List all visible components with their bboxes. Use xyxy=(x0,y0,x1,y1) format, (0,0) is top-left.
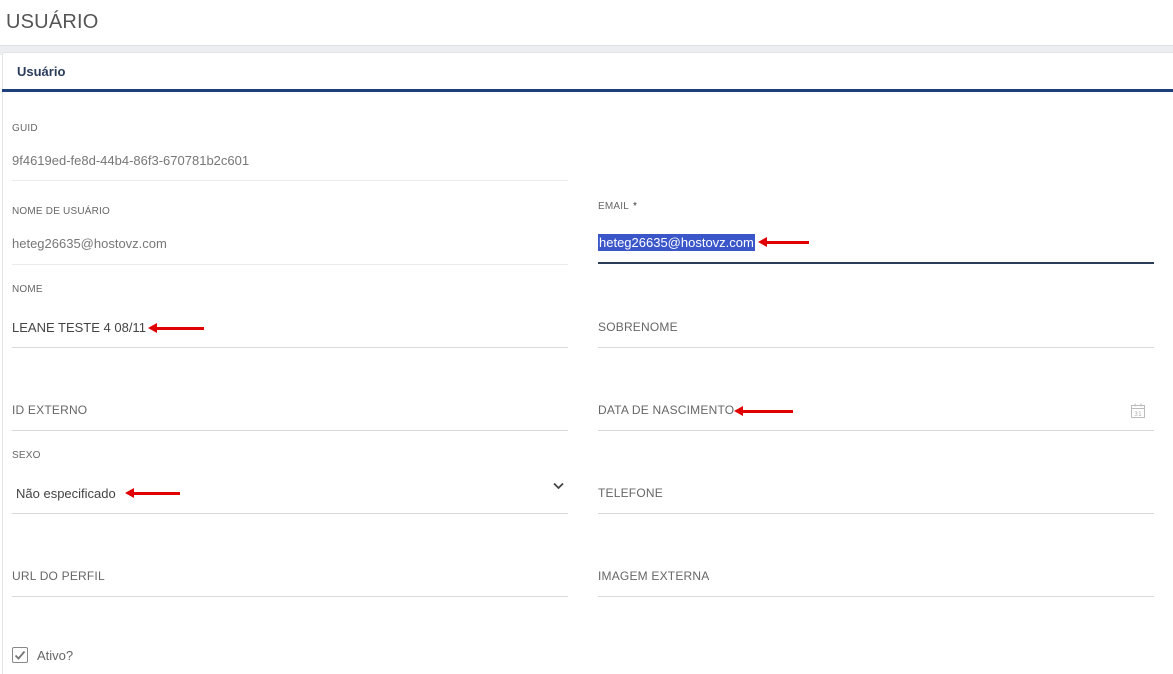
sobrenome-input[interactable]: SOBRENOME xyxy=(598,320,678,334)
chevron-down-icon[interactable] xyxy=(553,482,564,490)
guid-value: 9f4619ed-fe8d-44b4-86f3-670781b2c601 xyxy=(12,153,250,168)
tab-active-underline xyxy=(2,89,1173,92)
nome-underline xyxy=(12,347,568,348)
sexo-label: SEXO xyxy=(12,450,41,461)
id-externo-underline xyxy=(12,430,568,431)
sobrenome-underline xyxy=(598,347,1154,348)
nome-label: NOME xyxy=(12,284,43,295)
svg-text:31: 31 xyxy=(1134,411,1142,418)
guid-label: GUID xyxy=(12,123,38,134)
telefone-underline xyxy=(598,513,1154,514)
checkmark-icon xyxy=(14,650,26,660)
nome-input[interactable]: LEANE TESTE 4 08/11 xyxy=(12,320,146,335)
sexo-underline xyxy=(12,513,568,514)
data-nascimento-input[interactable]: DATA DE NASCIMENTO xyxy=(598,403,734,417)
url-perfil-input[interactable]: URL DO PERFIL xyxy=(12,569,105,583)
email-input[interactable]: heteg26635@hostovz.com xyxy=(598,234,755,251)
ativo-label[interactable]: Ativo? xyxy=(37,648,73,663)
annotation-arrow-sexo xyxy=(125,488,180,498)
username-label: NOME DE USUÁRIO xyxy=(12,206,111,217)
username-underline xyxy=(12,264,568,265)
data-nascimento-underline xyxy=(598,430,1154,431)
form-card xyxy=(2,52,1173,674)
imagem-externa-input[interactable]: IMAGEM EXTERNA xyxy=(598,569,709,583)
ativo-checkbox[interactable] xyxy=(12,647,28,663)
calendar-icon[interactable]: 31 xyxy=(1131,403,1145,418)
guid-underline xyxy=(12,180,568,181)
imagem-externa-underline xyxy=(598,596,1154,597)
email-underline-focused xyxy=(598,262,1154,264)
telefone-input[interactable]: TELEFONE xyxy=(598,486,663,500)
page-title: USUÁRIO xyxy=(6,11,99,33)
email-label: EMAIL * xyxy=(598,201,638,212)
sexo-select[interactable]: Não especificado xyxy=(16,486,116,501)
annotation-arrow-nome xyxy=(148,323,204,333)
url-perfil-underline xyxy=(12,596,568,597)
id-externo-input[interactable]: ID EXTERNO xyxy=(12,403,87,417)
tab-usuario[interactable]: Usuário xyxy=(17,64,65,79)
annotation-arrow-email xyxy=(758,237,809,247)
annotation-arrow-data-nascimento xyxy=(734,406,793,416)
username-value: heteg26635@hostovz.com xyxy=(12,236,167,251)
required-mark: * xyxy=(633,201,638,212)
